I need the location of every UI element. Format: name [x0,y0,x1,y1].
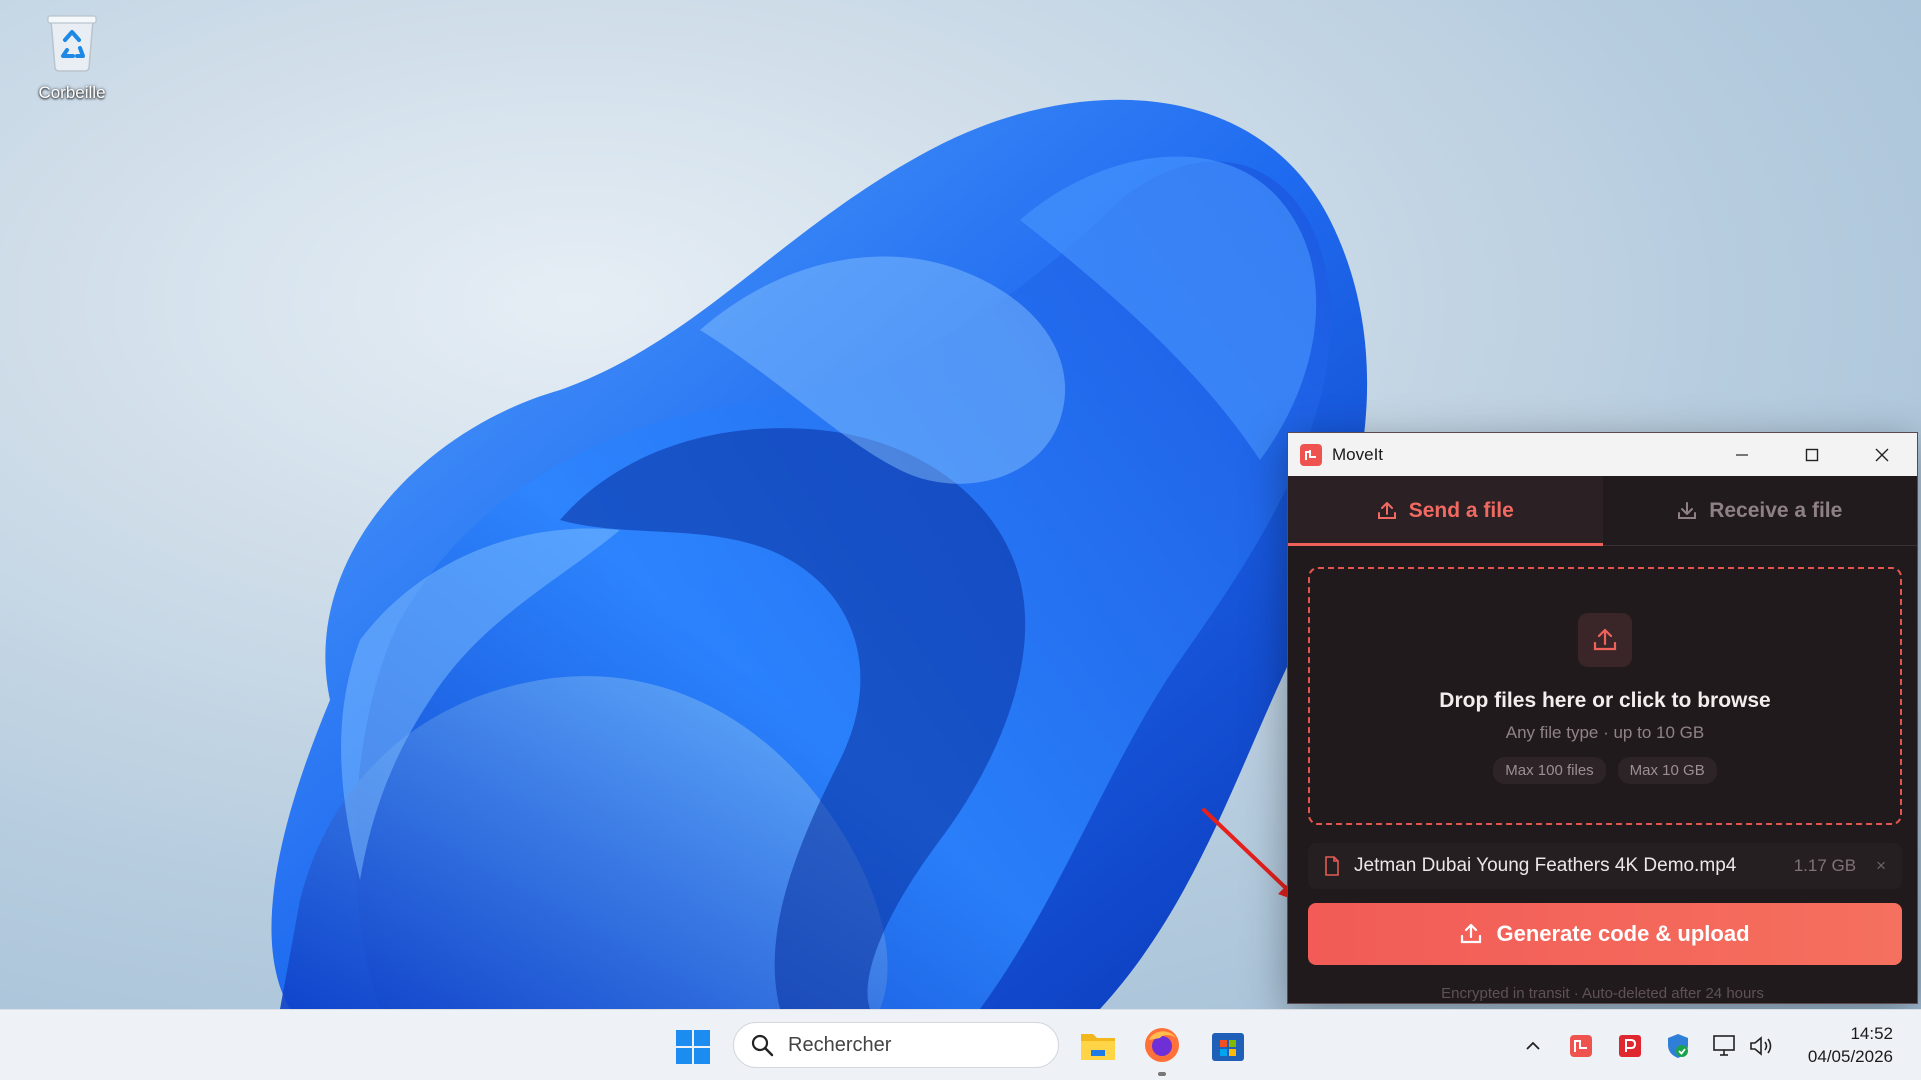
limit-chip-files: Max 100 files [1493,757,1606,784]
limit-chip-size: Max 10 GB [1617,757,1717,784]
mode-tabs: Send a file Receive a file [1288,476,1917,546]
pdf-app-icon [1619,1035,1641,1057]
search-icon [751,1034,774,1057]
moveit-tray-icon [1570,1035,1592,1057]
remove-file-button[interactable]: × [1876,856,1886,876]
maximize-button[interactable] [1777,433,1847,476]
speaker-icon [1750,1036,1772,1056]
folder-icon [1081,1034,1115,1060]
generate-code-upload-button[interactable]: Generate code & upload [1308,903,1902,965]
tab-send-file-label: Send a file [1408,498,1514,522]
upload-icon [1377,501,1396,519]
start-button[interactable] [675,1029,711,1065]
close-icon [1875,448,1889,461]
maximize-icon [1805,448,1819,461]
clock-time: 14:52 [1850,1024,1893,1043]
store-icon [1212,1033,1244,1061]
title-bar[interactable]: MoveIt [1288,433,1917,476]
tray-volume[interactable] [1748,1032,1776,1060]
encryption-note: Encrypted in transit · Auto-deleted afte… [1441,985,1764,1002]
minimize-icon [1736,453,1748,456]
tray-overflow-button[interactable] [1519,1032,1547,1060]
tray-network[interactable] [1711,1032,1739,1060]
taskbar-clock[interactable]: 14:52 04/05/2026 [1808,1022,1893,1068]
taskbar-microsoft-store[interactable] [1207,1024,1249,1066]
tray-security[interactable] [1664,1032,1692,1060]
recycle-bin-label: Corbeille [38,83,106,102]
dropzone-subtitle: Any file type · up to 10 GB [1505,723,1705,742]
file-size: 1.17 GB [1793,856,1857,875]
shield-icon [1668,1034,1688,1058]
taskbar-file-explorer[interactable] [1077,1024,1119,1066]
minimize-button[interactable] [1707,433,1777,476]
chevron-up-icon [1526,1041,1540,1050]
recycle-bin-shortcut[interactable]: Corbeille [22,10,122,103]
taskbar-firefox[interactable] [1141,1024,1183,1066]
search-placeholder: Rechercher [788,1033,892,1056]
tab-receive-file-label: Receive a file [1709,498,1843,522]
file-name: Jetman Dubai Young Feathers 4K Demo.mp4 [1354,855,1737,876]
taskbar-search-box[interactable]: Rechercher [733,1022,1059,1068]
tab-receive-file[interactable]: Receive a file [1602,476,1917,545]
tray-moveit[interactable] [1567,1032,1595,1060]
firefox-icon [1145,1028,1179,1062]
close-button[interactable] [1847,433,1917,476]
moveit-window: MoveIt Send a file Receive a file Drop f… [1287,432,1918,1004]
tray-app-red[interactable] [1616,1032,1644,1060]
tab-send-file[interactable]: Send a file [1288,476,1603,546]
window-title: MoveIt [1332,444,1384,464]
moveit-logo-icon [1300,443,1322,466]
firefox-running-indicator [1158,1072,1166,1076]
file-icon [1325,856,1339,876]
upload-icon [1461,923,1482,944]
dropzone-title: Drop files here or click to browse [1439,689,1771,712]
file-dropzone[interactable]: Drop files here or click to browse Any f… [1308,567,1902,825]
recycle-bin-icon [47,15,97,72]
clock-date: 04/05/2026 [1807,1047,1893,1066]
taskbar: Rechercher 14:52 04/05/2026 [0,1009,1921,1080]
windows-logo-icon [676,1030,710,1064]
generate-code-upload-label: Generate code & upload [1496,921,1750,946]
download-icon [1678,501,1697,519]
network-icon [1713,1035,1735,1056]
selected-file-row: Jetman Dubai Young Feathers 4K Demo.mp4 … [1308,843,1902,889]
dropzone-upload-icon [1578,613,1632,667]
